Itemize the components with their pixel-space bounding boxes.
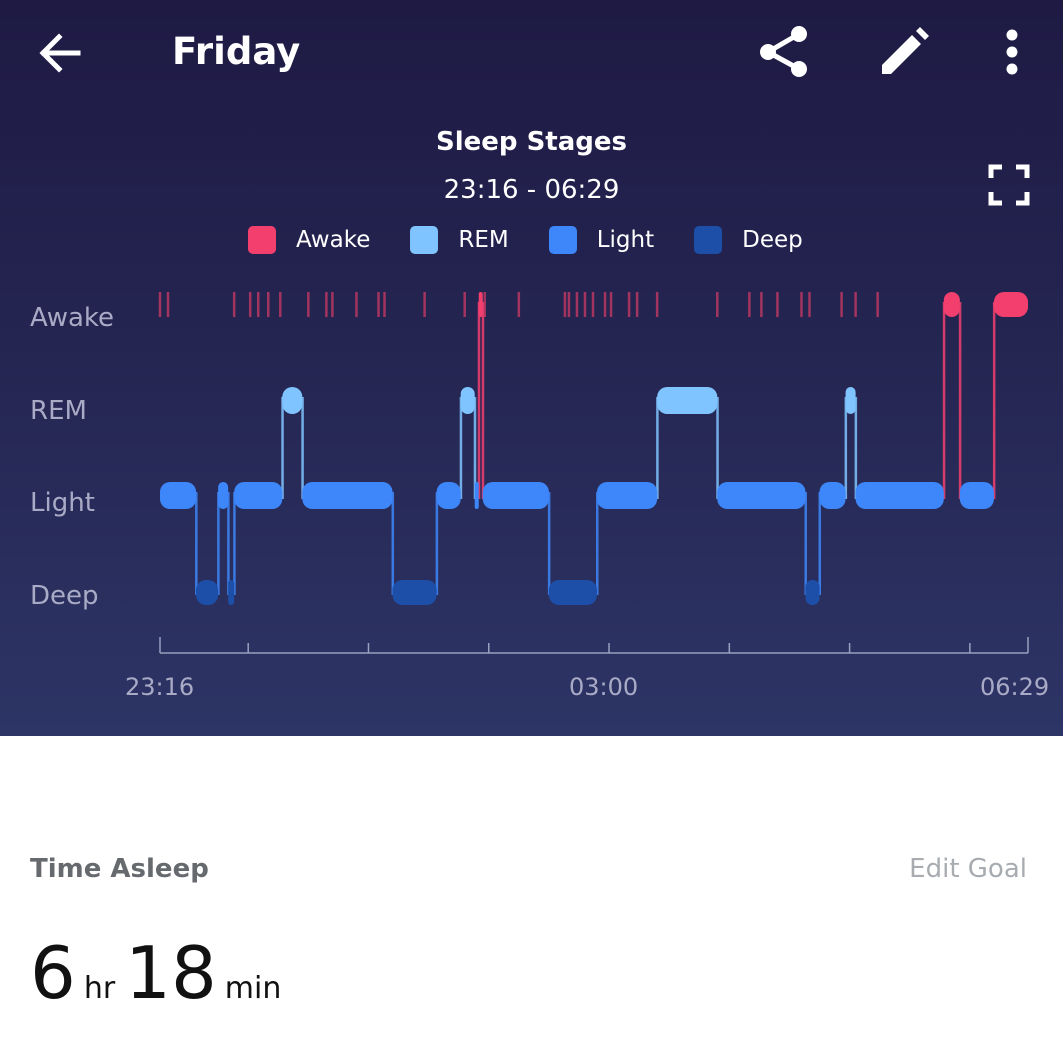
stage-segment-light [855, 482, 944, 509]
stage-transition [459, 397, 463, 499]
stage-transition [391, 492, 395, 595]
y-axis-label-deep: Deep [30, 581, 99, 611]
stage-transition [818, 492, 822, 595]
stage-transition [217, 492, 220, 595]
back-button[interactable] [34, 26, 88, 80]
stage-transition [992, 302, 996, 499]
stage-transition [804, 492, 807, 595]
time-asleep-value: 6 hr 18 min [30, 928, 291, 1018]
stage-segment-light [160, 482, 197, 509]
edit-button[interactable] [876, 24, 934, 80]
legend-swatch-rem [410, 226, 439, 254]
stage-segment-rem [460, 387, 475, 414]
hours-unit: hr [83, 971, 116, 1006]
stage-segment-light [302, 482, 393, 509]
stage-transition [942, 302, 946, 499]
stage-segment-light [234, 482, 283, 509]
stage-segment-awake [478, 292, 483, 317]
legend-swatch-light [548, 226, 577, 254]
y-axis-label-light: Light [30, 488, 95, 518]
stage-transition [844, 397, 848, 499]
stage-segment-rem [282, 387, 303, 414]
stage-transition [656, 397, 659, 499]
legend-item-rem: REM [410, 226, 509, 254]
stage-segment-light [717, 482, 806, 509]
stage-segment-awake [993, 292, 1028, 317]
legend-swatch-deep [694, 226, 723, 254]
stage-segment-deep [196, 580, 219, 605]
stage-segment-rem [845, 387, 856, 414]
stage-segment-light [819, 482, 846, 509]
legend-label: Deep [742, 227, 803, 253]
legend-label: Awake [296, 227, 371, 253]
sleep-stages-chart [158, 292, 1029, 654]
stage-segment-light [218, 482, 229, 509]
stage-transition [477, 302, 481, 499]
chart-legend: Awake REM Light Deep [248, 220, 843, 260]
share-button[interactable] [756, 24, 812, 80]
legend-label: REM [458, 227, 509, 253]
arrow-left-icon [39, 33, 81, 73]
stage-transition [596, 492, 599, 595]
stage-transition [958, 302, 962, 499]
stage-segment-light [474, 482, 479, 509]
chart-title: Sleep Stages [436, 127, 627, 157]
stage-transition [716, 397, 719, 499]
stage-transition [435, 492, 439, 595]
stage-segment-rem [657, 387, 718, 414]
stage-segment-light [597, 482, 658, 509]
legend-item-awake: Awake [248, 226, 370, 254]
legend-swatch-awake [248, 226, 276, 254]
time-asleep-label: Time Asleep [30, 854, 209, 884]
stage-segment-light [482, 482, 549, 509]
stage-segment-light [959, 482, 994, 509]
minutes-value: 18 [125, 931, 217, 1015]
stage-transition [854, 397, 858, 499]
y-axis-label-awake: Awake [30, 303, 115, 333]
more-options-button[interactable] [990, 24, 1036, 80]
stage-transition [281, 397, 284, 499]
y-axis-label-rem: REM [30, 396, 87, 426]
stage-transition [227, 492, 230, 595]
top-app-bar: Friday [0, 0, 1063, 106]
share-icon [760, 26, 807, 77]
stage-transition [233, 492, 236, 595]
hours-value: 6 [30, 931, 76, 1015]
pencil-icon [882, 27, 929, 74]
stage-segment-deep [805, 580, 820, 605]
stage-transition [481, 302, 485, 499]
stage-segment-light [436, 482, 461, 509]
page-title: Friday [172, 30, 301, 73]
stage-segment-deep [392, 580, 437, 605]
more-vertical-icon [1006, 29, 1018, 75]
legend-item-deep: Deep [694, 226, 803, 254]
minutes-unit: min [224, 971, 282, 1006]
legend-item-light: Light [548, 226, 655, 254]
stage-segment-deep [548, 580, 598, 605]
chart-time-range: 23:16 - 06:29 [443, 175, 620, 205]
sleep-hero-panel: Friday Sleep Stages 23:16 - 06:29 Awake … [0, 0, 1063, 736]
stage-segment-awake [943, 292, 960, 317]
stage-transition [301, 397, 304, 499]
stage-transition [195, 492, 198, 595]
fullscreen-icon [988, 164, 1030, 206]
edit-goal-link[interactable]: Edit Goal [909, 852, 1027, 886]
x-axis-tick-label-start: 23:16 [125, 673, 195, 701]
x-axis-tick-label-mid: 03:00 [569, 673, 639, 701]
stage-transition [547, 492, 551, 595]
stage-segment-deep [228, 580, 235, 605]
expand-chart-button[interactable] [986, 162, 1032, 208]
x-axis-tick-label-end: 06:29 [980, 673, 1050, 701]
legend-label: Light [596, 227, 655, 253]
